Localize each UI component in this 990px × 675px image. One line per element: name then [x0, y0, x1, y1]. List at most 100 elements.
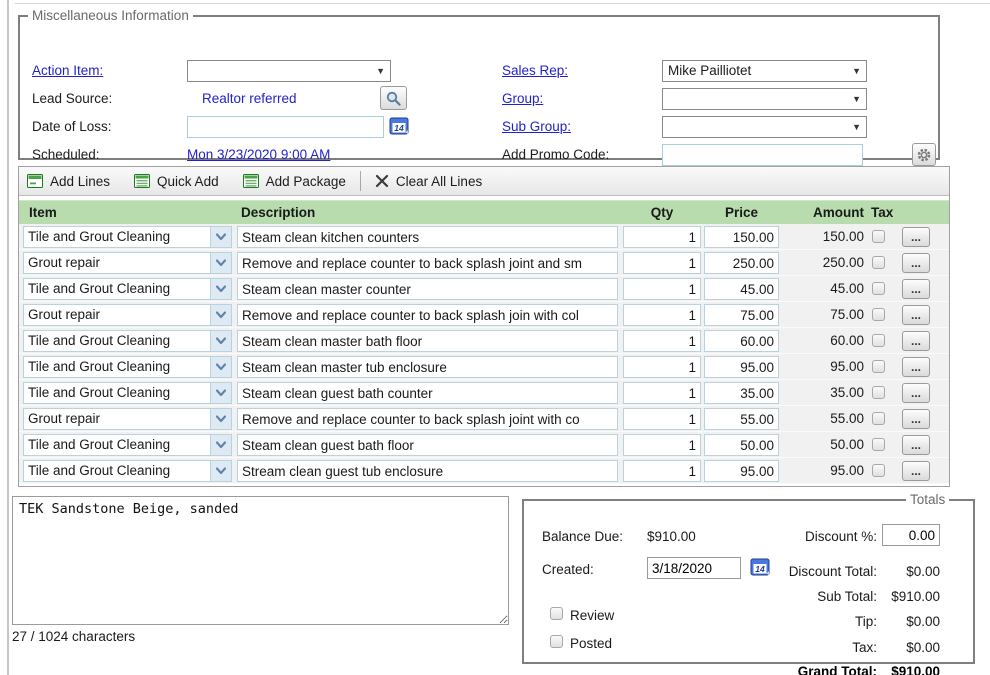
item-combobox[interactable]: Tile and Grout Cleaning [23, 278, 232, 300]
description-input[interactable] [237, 330, 618, 352]
description-input[interactable] [237, 382, 618, 404]
chevron-down-icon[interactable] [211, 434, 232, 456]
item-combobox[interactable]: Tile and Grout Cleaning [23, 226, 232, 248]
item-combobox[interactable]: Grout repair [23, 408, 232, 430]
tax-checkbox[interactable] [872, 282, 885, 295]
row-options-button[interactable]: ... [902, 435, 930, 455]
posted-checkbox[interactable] [550, 635, 563, 648]
description-input[interactable] [237, 408, 618, 430]
item-combobox[interactable]: Grout repair [23, 304, 232, 326]
clear-all-lines-button[interactable]: Clear All Lines [375, 174, 482, 189]
qty-input[interactable] [623, 408, 701, 430]
row-options-button[interactable]: ... [902, 461, 930, 481]
qty-input[interactable] [623, 356, 701, 378]
row-options-button[interactable]: ... [902, 279, 930, 299]
chevron-down-icon[interactable] [211, 356, 232, 378]
lead-source-value[interactable]: Realtor referred [202, 91, 297, 106]
description-input[interactable] [237, 434, 618, 456]
discount-total-value: $0.00 [860, 564, 940, 579]
tax-checkbox[interactable] [872, 360, 885, 373]
qty-input[interactable] [623, 226, 701, 248]
price-input[interactable] [704, 304, 779, 326]
item-combobox[interactable]: Tile and Grout Cleaning [23, 356, 232, 378]
row-options-button[interactable]: ... [902, 383, 930, 403]
description-input[interactable] [237, 304, 618, 326]
chevron-down-icon[interactable] [211, 330, 232, 352]
row-options-button[interactable]: ... [902, 331, 930, 351]
chevron-down-icon[interactable] [211, 408, 232, 430]
tax-checkbox[interactable] [872, 230, 885, 243]
qty-input[interactable] [623, 460, 701, 482]
line-item-row: Tile and Grout Cleaning 95.00 ... [19, 458, 949, 484]
description-input[interactable] [237, 460, 618, 482]
item-combobox[interactable]: Tile and Grout Cleaning [23, 460, 232, 482]
date-of-loss-input[interactable] [187, 116, 384, 138]
group-select[interactable] [662, 88, 867, 110]
date-of-loss-calendar-icon[interactable]: 14 [389, 116, 410, 139]
qty-input[interactable] [623, 304, 701, 326]
item-value: Tile and Grout Cleaning [23, 434, 211, 456]
qty-input[interactable] [623, 434, 701, 456]
qty-input[interactable] [623, 382, 701, 404]
tax-checkbox[interactable] [872, 438, 885, 451]
add-lines-button[interactable]: Add Lines [27, 174, 110, 189]
sub-group-link[interactable]: Sub Group: [502, 119, 571, 134]
chevron-down-icon[interactable] [211, 226, 232, 248]
row-options-button[interactable]: ... [902, 305, 930, 325]
review-checkbox[interactable] [550, 607, 563, 620]
chevron-down-icon[interactable] [211, 382, 232, 404]
price-input[interactable] [704, 252, 779, 274]
chevron-down-icon[interactable] [211, 304, 232, 326]
description-input[interactable] [237, 278, 618, 300]
quick-add-button[interactable]: Quick Add [134, 174, 219, 189]
tax-checkbox[interactable] [872, 386, 885, 399]
promo-code-input[interactable] [662, 144, 863, 166]
row-options-button[interactable]: ... [902, 357, 930, 377]
price-input[interactable] [704, 460, 779, 482]
sales-rep-select[interactable]: Mike Pailliotet [662, 60, 867, 82]
price-input[interactable] [704, 408, 779, 430]
sub-group-select[interactable] [662, 116, 867, 138]
promo-apply-button[interactable] [912, 143, 936, 166]
action-item-select[interactable] [187, 60, 391, 82]
item-combobox[interactable]: Grout repair [23, 252, 232, 274]
description-input[interactable] [237, 226, 618, 248]
qty-input[interactable] [623, 330, 701, 352]
price-input[interactable] [704, 382, 779, 404]
tax-checkbox[interactable] [872, 412, 885, 425]
qty-input[interactable] [623, 252, 701, 274]
row-options-button[interactable]: ... [902, 253, 930, 273]
description-input[interactable] [237, 356, 618, 378]
item-combobox[interactable]: Tile and Grout Cleaning [23, 330, 232, 352]
price-input[interactable] [704, 330, 779, 352]
notes-textarea[interactable]: TEK Sandstone Beige, sanded [12, 496, 509, 625]
price-input[interactable] [704, 278, 779, 300]
tax-checkbox[interactable] [872, 464, 885, 477]
created-date-input[interactable] [647, 557, 741, 579]
tax-checkbox[interactable] [872, 308, 885, 321]
item-combobox[interactable]: Tile and Grout Cleaning [23, 382, 232, 404]
tip-label: Tip: [737, 614, 877, 629]
chevron-down-icon[interactable] [211, 278, 232, 300]
row-options-button[interactable]: ... [902, 409, 930, 429]
chevron-down-icon[interactable] [211, 460, 232, 482]
qty-input[interactable] [623, 278, 701, 300]
amount-value: 50.00 [782, 432, 864, 458]
chevron-down-icon[interactable] [211, 252, 232, 274]
add-package-button[interactable]: Add Package [243, 174, 346, 189]
item-combobox[interactable]: Tile and Grout Cleaning [23, 434, 232, 456]
search-icon [385, 90, 402, 107]
tax-checkbox[interactable] [872, 256, 885, 269]
sales-rep-link[interactable]: Sales Rep: [502, 63, 568, 78]
group-link[interactable]: Group: [502, 91, 543, 106]
discount-pct-input[interactable] [882, 524, 940, 546]
action-item-link[interactable]: Action Item: [32, 63, 103, 78]
price-input[interactable] [704, 434, 779, 456]
lead-source-search-button[interactable] [380, 86, 407, 110]
price-input[interactable] [704, 356, 779, 378]
description-input[interactable] [237, 252, 618, 274]
tax-checkbox[interactable] [872, 334, 885, 347]
scheduled-link[interactable]: Mon 3/23/2020 9:00 AM [187, 147, 330, 162]
price-input[interactable] [704, 226, 779, 248]
row-options-button[interactable]: ... [902, 227, 930, 247]
